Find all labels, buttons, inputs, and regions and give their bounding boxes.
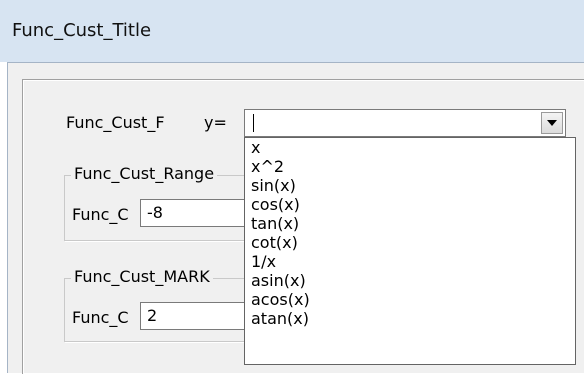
range-field-label: Func_C — [72, 205, 129, 224]
mark-field-label: Func_C — [72, 308, 129, 327]
list-item[interactable]: asin(x) — [245, 271, 575, 290]
list-item[interactable]: cos(x) — [245, 195, 575, 214]
list-item[interactable]: acos(x) — [245, 290, 575, 309]
list-item[interactable]: x — [245, 138, 575, 157]
list-item[interactable]: cot(x) — [245, 233, 575, 252]
mark-group-legend: Func_Cust_MARK — [71, 267, 213, 286]
list-item[interactable]: atan(x) — [245, 309, 575, 328]
text-caret — [253, 114, 254, 132]
y-equals-label: y= — [204, 113, 227, 132]
range-group-legend: Func_Cust_Range — [71, 164, 218, 183]
dropdown-button[interactable] — [541, 112, 563, 134]
window-title: Func_Cust_Title — [12, 20, 152, 41]
function-combobox[interactable] — [244, 109, 566, 137]
function-dropdown-list[interactable]: x x^2 sin(x) cos(x) tan(x) cot(x) 1/x as… — [244, 137, 576, 365]
range-input[interactable]: -8 — [140, 199, 250, 227]
mark-input[interactable]: 2 — [140, 302, 250, 330]
list-item[interactable]: sin(x) — [245, 176, 575, 195]
list-item[interactable]: x^2 — [245, 157, 575, 176]
list-item[interactable]: 1/x — [245, 252, 575, 271]
function-label: Func_Cust_F — [66, 113, 165, 132]
list-item[interactable]: tan(x) — [245, 214, 575, 233]
title-bar[interactable]: Func_Cust_Title — [0, 0, 584, 62]
chevron-down-icon — [547, 120, 557, 126]
